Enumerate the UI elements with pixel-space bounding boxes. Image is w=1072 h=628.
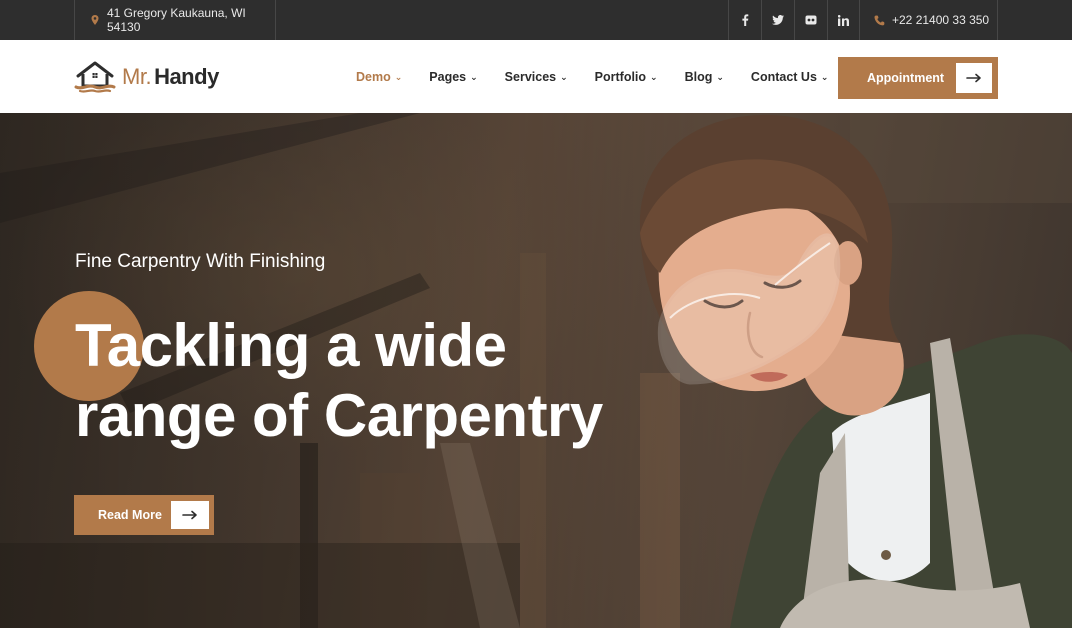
nav-item-services[interactable]: Services ⌄ <box>505 70 568 84</box>
nav-item-label: Contact Us <box>750 69 817 84</box>
nav-item-label: Pages <box>429 69 467 84</box>
read-more-label: Read More <box>98 508 162 522</box>
nav-item-pages[interactable]: Pages ⌄ <box>429 70 477 84</box>
chevron-down-icon: ⌄ <box>716 72 724 82</box>
phone-number[interactable]: +22 21400 33 350 <box>892 13 989 27</box>
flickr-icon[interactable] <box>794 0 827 40</box>
nav-item-label: Portfolio <box>594 69 647 84</box>
appointment-label: Appointment <box>867 71 945 85</box>
arrow-right-icon <box>956 63 992 93</box>
chevron-down-icon: ⌄ <box>560 72 568 82</box>
arrow-right-icon <box>171 501 209 529</box>
phone-info: +22 21400 33 350 <box>861 0 998 40</box>
chevron-down-icon: ⌄ <box>820 72 829 82</box>
linkedin-icon[interactable] <box>827 0 860 40</box>
social-links <box>728 0 860 40</box>
nav-item-label: Blog <box>684 69 713 84</box>
logo-prefix: Mr. <box>122 64 152 89</box>
main-nav: Demo ⌄ Pages ⌄ Services ⌄ Portfolio ⌄ Bl… <box>356 40 855 113</box>
main-header: Mr. Handy Demo ⌄ Pages ⌄ Services ⌄ Port… <box>0 40 1072 113</box>
phone-icon <box>874 15 885 25</box>
nav-item-demo[interactable]: Demo ⌄ <box>356 70 402 84</box>
chevron-down-icon: ⌄ <box>394 72 403 82</box>
top-bar: 41 Gregory Kaukauna, WI 54130 +22 21400 … <box>0 0 1072 40</box>
hero-section: Fine Carpentry With Finishing Tackling a… <box>0 113 1072 628</box>
logo-name: Handy <box>154 64 219 89</box>
chevron-down-icon: ⌄ <box>650 72 658 82</box>
nav-item-label: Services <box>504 69 557 84</box>
location-pin-icon <box>89 14 101 26</box>
appointment-button[interactable]: Appointment <box>838 57 998 99</box>
nav-item-label: Demo <box>356 69 391 84</box>
site-logo[interactable]: Mr. Handy <box>74 58 219 96</box>
chevron-down-icon: ⌄ <box>470 72 478 82</box>
address-text: 41 Gregory Kaukauna, WI 54130 <box>107 6 246 34</box>
nav-item-contact-us[interactable]: Contact Us ⌄ <box>751 70 829 84</box>
hero-title-line-2: range of Carpentry <box>75 382 603 449</box>
hero-subtitle: Fine Carpentry With Finishing <box>75 251 326 272</box>
twitter-icon[interactable] <box>761 0 794 40</box>
read-more-button[interactable]: Read More <box>74 495 214 535</box>
hero-title-line-1: Tackling a wide <box>75 312 507 379</box>
address-info: 41 Gregory Kaukauna, WI 54130 <box>74 0 276 40</box>
hero-title: Tackling a wide range of Carpentry <box>75 311 675 451</box>
house-logo-icon <box>74 61 116 93</box>
nav-item-blog[interactable]: Blog ⌄ <box>685 70 724 84</box>
facebook-icon[interactable] <box>728 0 761 40</box>
nav-item-portfolio[interactable]: Portfolio ⌄ <box>595 70 658 84</box>
